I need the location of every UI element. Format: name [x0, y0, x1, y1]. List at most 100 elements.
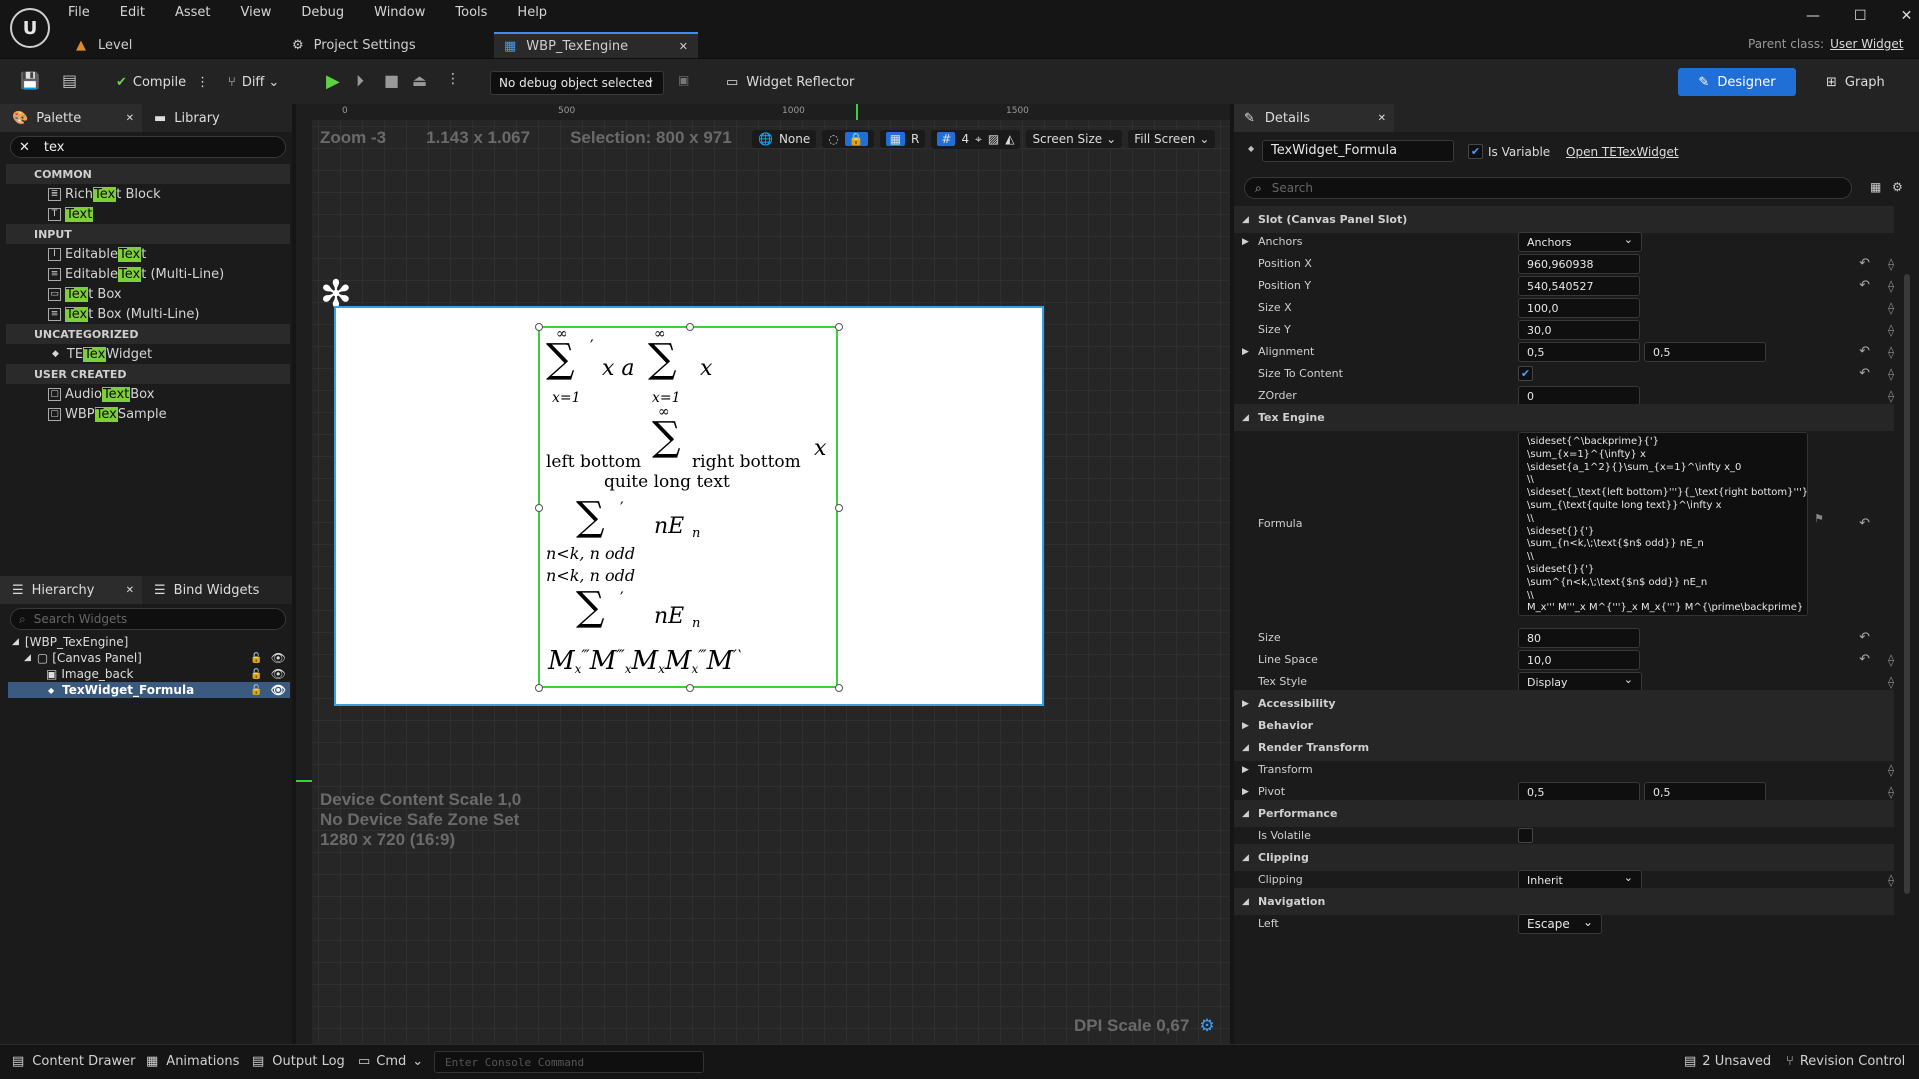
- cmd-select[interactable]: ▭ Cmd ⌄: [358, 1054, 423, 1069]
- screen-size-select[interactable]: Screen Size ⌄: [1026, 130, 1123, 148]
- palette-item-wbp-tex-sample[interactable]: ▢ WBP Tex Sample: [6, 404, 290, 424]
- reset-icon[interactable]: ↶: [1859, 366, 1870, 381]
- save-icon[interactable]: 💾: [20, 71, 40, 90]
- close-icon[interactable]: ✕: [126, 585, 134, 596]
- tab-wbp-texengine[interactable]: ▦ WBP_TexEngine ✕: [494, 32, 698, 58]
- close-icon[interactable]: ✕: [1378, 113, 1386, 124]
- pin-icon[interactable]: ⟠: [1888, 653, 1894, 667]
- designer-canvas[interactable]: 0 500 1000 1500 Zoom -3 1.143 x 1.067 Se…: [296, 104, 1230, 1044]
- grid-icon[interactable]: #: [937, 132, 956, 146]
- image-back[interactable]: ∞ ∑ ′ x=1 x a ∞ ∑ x=1 x ∞ ∑ left bottom …: [334, 306, 1044, 706]
- size-input[interactable]: 80: [1518, 628, 1640, 648]
- palette-item-tetexwidget[interactable]: ◆ TE Tex Widget: [6, 344, 290, 364]
- expand-icon[interactable]: ▶: [1242, 787, 1249, 797]
- expand-icon[interactable]: ▶: [1242, 237, 1249, 247]
- palette-item-text-box[interactable]: ▭ Tex t Box: [6, 284, 290, 304]
- toggle-icon[interactable]: ◌: [828, 132, 838, 146]
- eye-icon[interactable]: 👁: [271, 683, 286, 697]
- resize-handle[interactable]: [835, 504, 843, 512]
- menu-file[interactable]: File: [68, 5, 90, 20]
- tree-image-back[interactable]: ▣ Image_back 🔓 👁: [8, 666, 290, 682]
- pin-icon[interactable]: ⟠: [1888, 675, 1894, 689]
- flag-icon[interactable]: ⚑: [1814, 512, 1824, 525]
- is-variable-checkbox[interactable]: ✔: [1468, 144, 1483, 159]
- size-x-input[interactable]: 100,0: [1518, 298, 1640, 318]
- unreal-logo-icon[interactable]: U: [10, 8, 50, 48]
- resize-handle[interactable]: [535, 323, 543, 331]
- console-input[interactable]: Enter Console Command: [434, 1051, 704, 1073]
- widget-name-input[interactable]: TexWidget_Formula: [1262, 140, 1454, 162]
- pin-icon[interactable]: ⟠: [1888, 323, 1894, 337]
- details-search-input[interactable]: ⌕ Search: [1244, 177, 1852, 199]
- tree-texwidget-formula[interactable]: ◆ TexWidget_Formula 🔓 👁: [8, 682, 290, 698]
- palette-item-text[interactable]: T Text: [6, 204, 290, 224]
- maximize-icon[interactable]: ☐: [1854, 8, 1867, 24]
- expand-icon[interactable]: ◢: [12, 637, 19, 647]
- pin-icon[interactable]: ⟠: [1888, 367, 1894, 381]
- resize-handle[interactable]: [835, 684, 843, 692]
- formula-textarea[interactable]: \sideset{^\backprime}{'} \sum_{x=1}^{\in…: [1518, 432, 1808, 616]
- play-options-icon[interactable]: ⋮: [446, 71, 460, 87]
- lock-icon[interactable]: 🔓: [250, 653, 262, 664]
- parent-class-link[interactable]: User Widget: [1830, 37, 1903, 51]
- minimize-icon[interactable]: —: [1806, 8, 1820, 24]
- category-common[interactable]: COMMON: [6, 164, 290, 184]
- fill-screen-select[interactable]: Fill Screen ⌄: [1128, 130, 1216, 148]
- category-user-created[interactable]: USER CREATED: [6, 364, 290, 384]
- pointer-icon[interactable]: ⌖: [975, 132, 982, 147]
- resize-handle[interactable]: [686, 323, 694, 331]
- tree-canvas-panel[interactable]: ◢ ▢ [Canvas Panel] 🔓 👁: [8, 650, 290, 666]
- resize-handle[interactable]: [835, 323, 843, 331]
- settings-icon[interactable]: ⚙: [1892, 180, 1903, 194]
- open-tetexwidget-link[interactable]: Open TETexWidget: [1566, 145, 1679, 159]
- triangle-icon[interactable]: ◭: [1005, 132, 1014, 146]
- designer-button[interactable]: ✎ Designer: [1678, 68, 1796, 96]
- output-log-button[interactable]: ▤ Output Log: [252, 1054, 345, 1069]
- palette-item-rich-text-block[interactable]: ≣ Rich Tex t Block: [6, 184, 290, 204]
- is-volatile-checkbox[interactable]: [1518, 828, 1533, 843]
- compile-button[interactable]: ✔ Compile ⋮: [116, 68, 209, 96]
- revision-control-button[interactable]: ⑂ Revision Control: [1786, 1054, 1905, 1069]
- pivot-y-input[interactable]: 0,5: [1644, 782, 1766, 802]
- alignment-y-input[interactable]: 0,5: [1644, 342, 1766, 362]
- palette-item-editable-text-multiline[interactable]: ≡ Editable Tex t (Multi-Line): [6, 264, 290, 284]
- pin-icon[interactable]: ⟠: [1888, 279, 1894, 293]
- content-drawer-button[interactable]: ▤ Content Drawer: [12, 1054, 135, 1069]
- position-x-input[interactable]: 960,960938: [1518, 254, 1640, 274]
- pin-icon[interactable]: ⟠: [1888, 873, 1894, 887]
- menu-help[interactable]: Help: [517, 5, 547, 20]
- menu-tools[interactable]: Tools: [455, 5, 487, 20]
- unsaved-button[interactable]: ▤ 2 Unsaved: [1684, 1054, 1771, 1069]
- lock-icon[interactable]: 🔒: [844, 132, 868, 146]
- size-to-content-checkbox[interactable]: ✔: [1518, 366, 1533, 381]
- position-y-input[interactable]: 540,540527: [1518, 276, 1640, 296]
- lock-icon[interactable]: 🔓: [250, 669, 262, 680]
- texwidget-formula[interactable]: ∞ ∑ ′ x=1 x a ∞ ∑ x=1 x ∞ ∑ left bottom …: [535, 323, 843, 692]
- resize-handle[interactable]: [535, 684, 543, 692]
- palette-item-audio-text-box[interactable]: ▢ Audio Text Box: [6, 384, 290, 404]
- widget-reflector-button[interactable]: ▭ Widget Reflector: [726, 68, 854, 96]
- tab-library[interactable]: ▬ Library: [142, 111, 220, 126]
- step-icon[interactable]: ⏵: [356, 71, 364, 91]
- table-view-icon[interactable]: ▦: [1870, 180, 1881, 194]
- close-icon[interactable]: ✕: [126, 113, 134, 124]
- reset-icon[interactable]: ↶: [1859, 278, 1870, 293]
- image-icon[interactable]: ▨: [988, 132, 999, 146]
- graph-button[interactable]: ⊞ Graph: [1826, 68, 1885, 96]
- size-y-input[interactable]: 30,0: [1518, 320, 1640, 340]
- eye-icon[interactable]: 👁: [271, 667, 286, 681]
- gear-icon[interactable]: ⚙: [1199, 1016, 1214, 1036]
- reset-icon[interactable]: ↶: [1859, 630, 1870, 645]
- resize-handle[interactable]: [686, 684, 694, 692]
- line-space-input[interactable]: 10,0: [1518, 650, 1640, 670]
- expand-icon[interactable]: ▶: [1242, 765, 1249, 775]
- pin-icon[interactable]: ⟠: [1888, 301, 1894, 315]
- reset-icon[interactable]: ↶: [1859, 516, 1870, 531]
- zorder-input[interactable]: 0: [1518, 386, 1640, 406]
- section-tex-engine[interactable]: ◢ Tex Engine: [1234, 404, 1894, 431]
- stop-icon[interactable]: ■: [384, 71, 399, 90]
- category-uncategorized[interactable]: UNCATEGORIZED: [6, 324, 290, 344]
- details-scrollbar[interactable]: [1904, 274, 1910, 894]
- localization-button[interactable]: 🌐 None: [752, 130, 817, 148]
- tab-bind-widgets[interactable]: ☰ Bind Widgets: [142, 583, 259, 598]
